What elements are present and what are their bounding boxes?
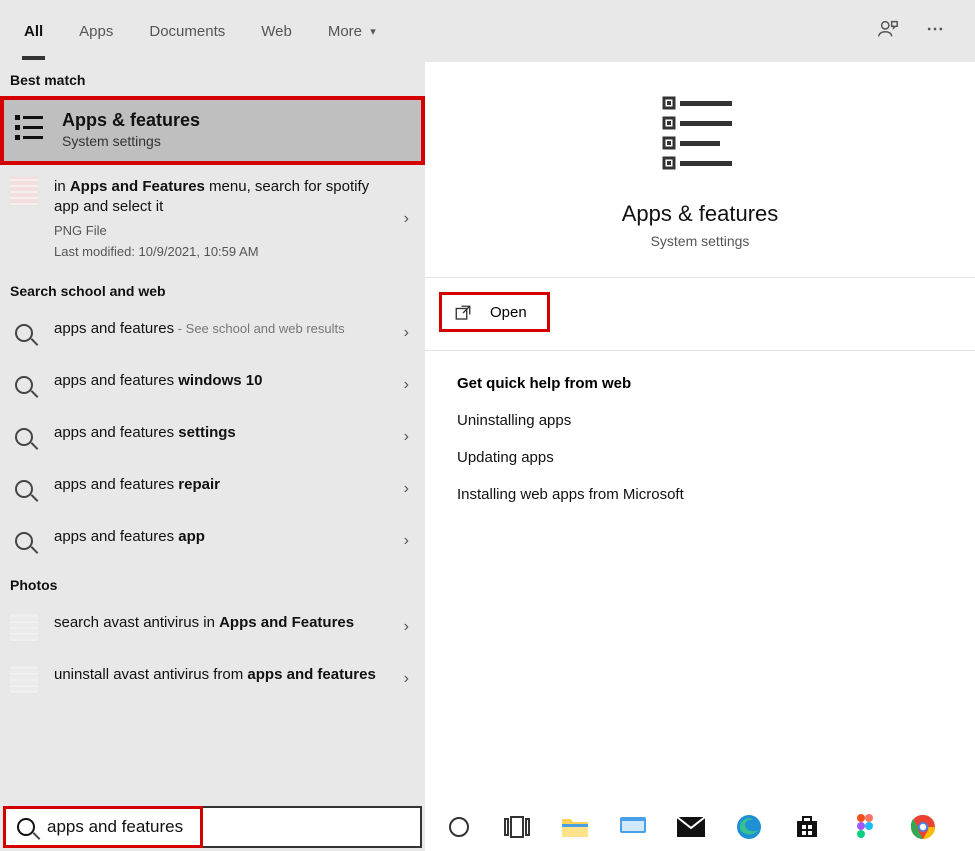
section-photos: Photos	[0, 567, 425, 601]
chevron-right-icon: ›	[404, 670, 409, 688]
task-view-icon[interactable]	[503, 813, 531, 841]
search-input[interactable]	[47, 817, 408, 837]
search-icon	[15, 376, 33, 394]
search-icon	[15, 480, 33, 498]
web-result-3[interactable]: apps and features repair ›	[0, 463, 425, 515]
thumbnail-icon	[10, 613, 38, 641]
tab-more-label: More	[328, 23, 362, 40]
search-box[interactable]	[3, 806, 422, 848]
help-heading: Get quick help from web	[457, 375, 975, 392]
figma-icon[interactable]	[851, 813, 879, 841]
preview-title: Apps & features	[622, 201, 779, 227]
web-result-1[interactable]: apps and features windows 10 ›	[0, 359, 425, 411]
tab-documents[interactable]: Documents	[131, 15, 243, 48]
feedback-icon[interactable]	[877, 18, 899, 45]
web-result-2[interactable]: apps and features settings ›	[0, 411, 425, 463]
mail-icon[interactable]	[677, 813, 705, 841]
file-explorer-icon[interactable]	[561, 813, 589, 841]
chevron-right-icon: ›	[404, 480, 409, 498]
web-result-0[interactable]: apps and features - See school and web r…	[0, 307, 425, 359]
open-external-icon	[454, 304, 472, 322]
file-result[interactable]: in Apps and Features menu, search for sp…	[0, 165, 425, 273]
chevron-right-icon: ›	[404, 210, 409, 228]
thumbnail-icon	[10, 177, 38, 205]
chevron-right-icon: ›	[404, 428, 409, 446]
help-link-2[interactable]: Installing web apps from Microsoft	[457, 486, 975, 503]
chevron-right-icon: ›	[404, 324, 409, 342]
search-filter-tabs: All Apps Documents Web More ▾	[0, 0, 975, 62]
file-result-title: in Apps and Features menu, search for sp…	[54, 178, 369, 215]
best-match-subtitle: System settings	[62, 133, 200, 149]
ellipsis-icon[interactable]	[925, 19, 945, 44]
chevron-down-icon: ▾	[370, 26, 376, 38]
apps-features-icon	[12, 110, 48, 146]
cortana-icon[interactable]	[445, 813, 473, 841]
best-match-title: Apps & features	[62, 110, 200, 131]
divider	[425, 277, 975, 278]
photo-result-1[interactable]: uninstall avast antivirus from apps and …	[0, 653, 425, 705]
help-link-0[interactable]: Uninstalling apps	[457, 412, 975, 429]
web-result-4[interactable]: apps and features app ›	[0, 515, 425, 567]
preview-pane: Apps & features System settings Open Get…	[425, 62, 975, 803]
photo-result-0[interactable]: search avast antivirus in Apps and Featu…	[0, 601, 425, 653]
file-result-modified: Last modified: 10/9/2021, 10:59 AM	[54, 243, 383, 261]
section-best-match: Best match	[0, 62, 425, 96]
tab-more[interactable]: More ▾	[310, 15, 394, 48]
file-result-type: PNG File	[54, 222, 383, 240]
tab-apps[interactable]: Apps	[61, 15, 131, 48]
chevron-right-icon: ›	[404, 376, 409, 394]
search-icon	[15, 428, 33, 446]
search-box-area	[0, 803, 425, 851]
tab-web[interactable]: Web	[243, 15, 310, 48]
preview-subtitle: System settings	[651, 233, 750, 249]
search-results-column: Best match Apps & features System settin…	[0, 62, 425, 803]
tab-all[interactable]: All	[6, 15, 61, 48]
keyboard-icon[interactable]	[619, 813, 647, 841]
search-icon	[17, 818, 35, 836]
web-result-text: apps and features	[54, 320, 174, 337]
help-link-1[interactable]: Updating apps	[457, 449, 975, 466]
edge-icon[interactable]	[735, 813, 763, 841]
open-button[interactable]: Open	[439, 292, 550, 332]
taskbar	[425, 803, 975, 851]
best-match-result[interactable]: Apps & features System settings	[0, 96, 425, 165]
search-icon	[15, 324, 33, 342]
chevron-right-icon: ›	[404, 618, 409, 636]
microsoft-store-icon[interactable]	[793, 813, 821, 841]
open-label: Open	[490, 304, 527, 321]
chevron-right-icon: ›	[404, 532, 409, 550]
section-search-web: Search school and web	[0, 273, 425, 307]
apps-features-large-icon	[658, 90, 742, 179]
search-icon	[15, 532, 33, 550]
chrome-icon[interactable]	[909, 813, 937, 841]
thumbnail-icon	[10, 665, 38, 693]
